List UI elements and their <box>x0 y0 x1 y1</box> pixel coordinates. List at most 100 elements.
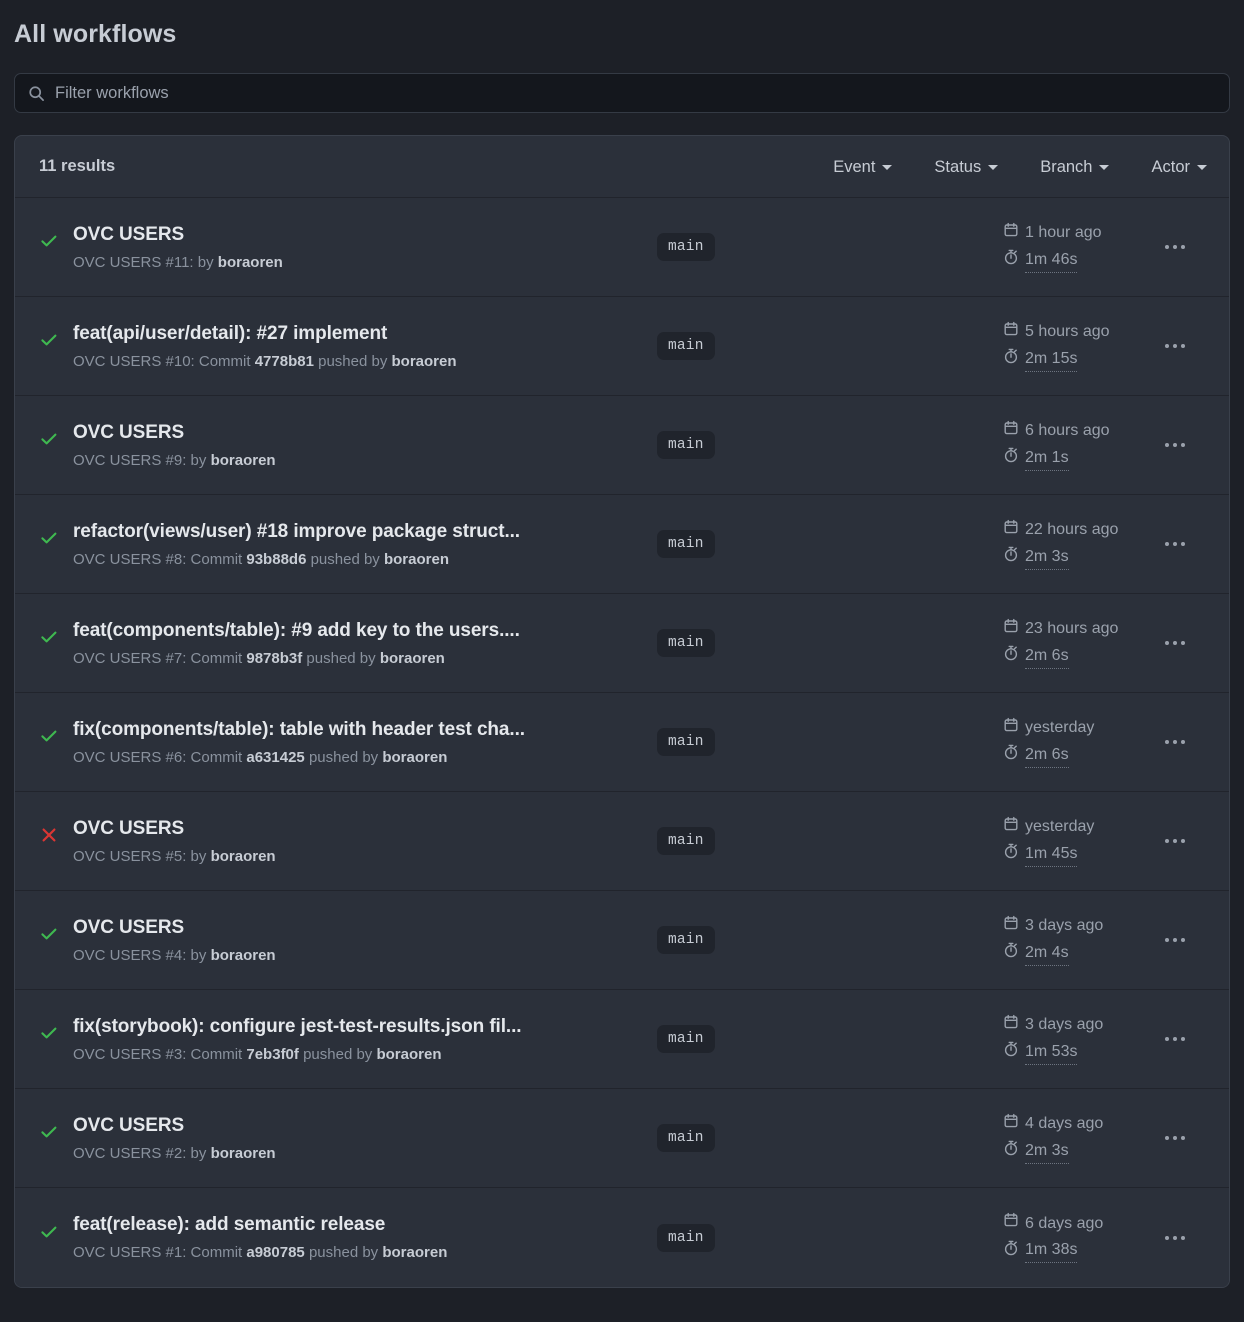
kebab-menu-icon[interactable] <box>1159 930 1191 950</box>
run-title[interactable]: OVC USERS <box>73 817 657 841</box>
workflow-run-row-8[interactable]: fix(storybook): configure jest-test-resu… <box>15 990 1229 1089</box>
commit-sha: 7eb3f0f <box>246 1045 299 1063</box>
chevron-down-icon <box>882 165 893 170</box>
workflow-run-row-10[interactable]: feat(release): add semantic release OVC … <box>15 1188 1229 1287</box>
run-actions <box>1143 930 1207 950</box>
stopwatch-icon <box>1003 1140 1019 1163</box>
run-duration: 2m 1s <box>1003 447 1069 471</box>
run-duration-text[interactable]: 2m 6s <box>1025 744 1069 768</box>
run-duration-text[interactable]: 2m 4s <box>1025 942 1069 966</box>
run-duration: 2m 15s <box>1003 348 1078 372</box>
kebab-menu-icon[interactable] <box>1159 435 1191 455</box>
run-duration: 2m 6s <box>1003 645 1069 669</box>
run-title[interactable]: refactor(views/user) #18 improve package… <box>73 520 657 544</box>
run-timestamp: 1 hour ago <box>1003 222 1102 245</box>
run-title[interactable]: OVC USERS <box>73 1114 657 1138</box>
run-actor: boraoren <box>217 253 283 271</box>
calendar-icon <box>1003 1212 1019 1235</box>
run-actions <box>1143 1029 1207 1049</box>
kebab-menu-icon[interactable] <box>1159 336 1191 356</box>
run-duration-text[interactable]: 1m 53s <box>1025 1041 1078 1065</box>
run-title[interactable]: OVC USERS <box>73 421 657 445</box>
run-subtitle: OVC USERS #11: by boraoren <box>73 253 283 271</box>
branch-badge[interactable]: main <box>657 431 715 459</box>
workflow-run-row-6[interactable]: OVC USERS OVC USERS #5: by boraoren main… <box>15 792 1229 891</box>
run-duration-text[interactable]: 2m 3s <box>1025 546 1069 570</box>
run-title[interactable]: fix(components/table): table with header… <box>73 718 657 742</box>
run-meta: 1 hour ago 1m 46s <box>997 222 1143 273</box>
workflow-run-row-7[interactable]: OVC USERS OVC USERS #4: by boraoren main… <box>15 891 1229 990</box>
branch-badge[interactable]: main <box>657 530 715 558</box>
run-subtitle: OVC USERS #10: Commit 4778b81 pushed by … <box>73 352 457 370</box>
run-duration-text[interactable]: 2m 3s <box>1025 1140 1069 1164</box>
run-duration-text[interactable]: 1m 38s <box>1025 1239 1078 1263</box>
run-time-text: yesterday <box>1025 818 1095 835</box>
search-input[interactable] <box>55 83 1216 103</box>
kebab-menu-icon[interactable] <box>1159 831 1191 851</box>
branch-badge[interactable]: main <box>657 1124 715 1152</box>
run-branch: main <box>657 332 997 360</box>
kebab-menu-icon[interactable] <box>1159 534 1191 554</box>
run-title[interactable]: OVC USERS <box>73 223 657 247</box>
run-summary: feat(api/user/detail): #27 implement OVC… <box>73 322 657 371</box>
run-timestamp: 5 hours ago <box>1003 321 1110 344</box>
stopwatch-icon <box>1003 249 1019 272</box>
run-actions <box>1143 732 1207 752</box>
run-title[interactable]: feat(release): add semantic release <box>73 1213 657 1237</box>
calendar-icon <box>1003 519 1019 542</box>
branch-badge[interactable]: main <box>657 1223 715 1252</box>
run-timestamp: 3 days ago <box>1003 915 1103 938</box>
kebab-menu-icon[interactable] <box>1159 732 1191 752</box>
run-meta: 3 days ago 1m 53s <box>997 1014 1143 1065</box>
run-duration-text[interactable]: 2m 15s <box>1025 348 1078 372</box>
run-actions <box>1143 1128 1207 1148</box>
run-branch: main <box>657 629 997 657</box>
run-title[interactable]: feat(components/table): #9 add key to th… <box>73 619 657 643</box>
results-header: 11 results Event Status Branch Actor <box>15 136 1229 198</box>
filter-actor-label: Actor <box>1151 157 1190 176</box>
filter-actor-dropdown[interactable]: Actor <box>1151 157 1207 177</box>
workflow-run-row-9[interactable]: OVC USERS OVC USERS #2: by boraoren main… <box>15 1089 1229 1188</box>
workflow-run-row-0[interactable]: OVC USERS OVC USERS #11: by boraoren mai… <box>15 198 1229 297</box>
run-duration: 1m 45s <box>1003 843 1078 867</box>
workflow-run-row-1[interactable]: feat(api/user/detail): #27 implement OVC… <box>15 297 1229 396</box>
filter-status-dropdown[interactable]: Status <box>934 157 999 177</box>
filter-dropdowns: Event Status Branch Actor <box>833 157 1207 177</box>
run-duration-text[interactable]: 1m 46s <box>1025 249 1078 273</box>
check-icon <box>39 1016 73 1062</box>
results-card: 11 results Event Status Branch Actor OVC… <box>14 135 1230 1288</box>
branch-badge[interactable]: main <box>657 332 715 360</box>
filter-branch-label: Branch <box>1040 157 1093 176</box>
branch-badge[interactable]: main <box>657 728 715 756</box>
workflow-run-row-3[interactable]: refactor(views/user) #18 improve package… <box>15 495 1229 594</box>
branch-badge[interactable]: main <box>657 926 715 954</box>
run-duration: 1m 53s <box>1003 1041 1078 1065</box>
filter-branch-dropdown[interactable]: Branch <box>1040 157 1110 177</box>
run-duration-text[interactable]: 2m 6s <box>1025 645 1069 669</box>
run-duration-text[interactable]: 2m 1s <box>1025 447 1069 471</box>
chevron-down-icon <box>988 165 999 170</box>
branch-badge[interactable]: main <box>657 1025 715 1053</box>
kebab-menu-icon[interactable] <box>1159 1128 1191 1148</box>
run-summary: OVC USERS OVC USERS #4: by boraoren <box>73 916 657 965</box>
kebab-menu-icon[interactable] <box>1159 1029 1191 1049</box>
check-icon <box>39 1115 73 1161</box>
workflow-filter-box[interactable] <box>14 73 1230 113</box>
run-title[interactable]: OVC USERS <box>73 916 657 940</box>
branch-badge[interactable]: main <box>657 629 715 657</box>
branch-badge[interactable]: main <box>657 233 715 261</box>
kebab-menu-icon[interactable] <box>1159 633 1191 653</box>
run-duration: 1m 38s <box>1003 1239 1078 1263</box>
kebab-menu-icon[interactable] <box>1159 1228 1191 1248</box>
page-title: All workflows <box>14 20 177 48</box>
kebab-menu-icon[interactable] <box>1159 237 1191 257</box>
workflow-run-row-2[interactable]: OVC USERS OVC USERS #9: by boraoren main… <box>15 396 1229 495</box>
run-title[interactable]: feat(api/user/detail): #27 implement <box>73 322 657 346</box>
run-branch: main <box>657 431 997 459</box>
workflow-run-row-5[interactable]: fix(components/table): table with header… <box>15 693 1229 792</box>
run-duration-text[interactable]: 1m 45s <box>1025 843 1078 867</box>
workflow-run-row-4[interactable]: feat(components/table): #9 add key to th… <box>15 594 1229 693</box>
filter-event-dropdown[interactable]: Event <box>833 157 893 177</box>
run-title[interactable]: fix(storybook): configure jest-test-resu… <box>73 1015 657 1039</box>
branch-badge[interactable]: main <box>657 827 715 855</box>
